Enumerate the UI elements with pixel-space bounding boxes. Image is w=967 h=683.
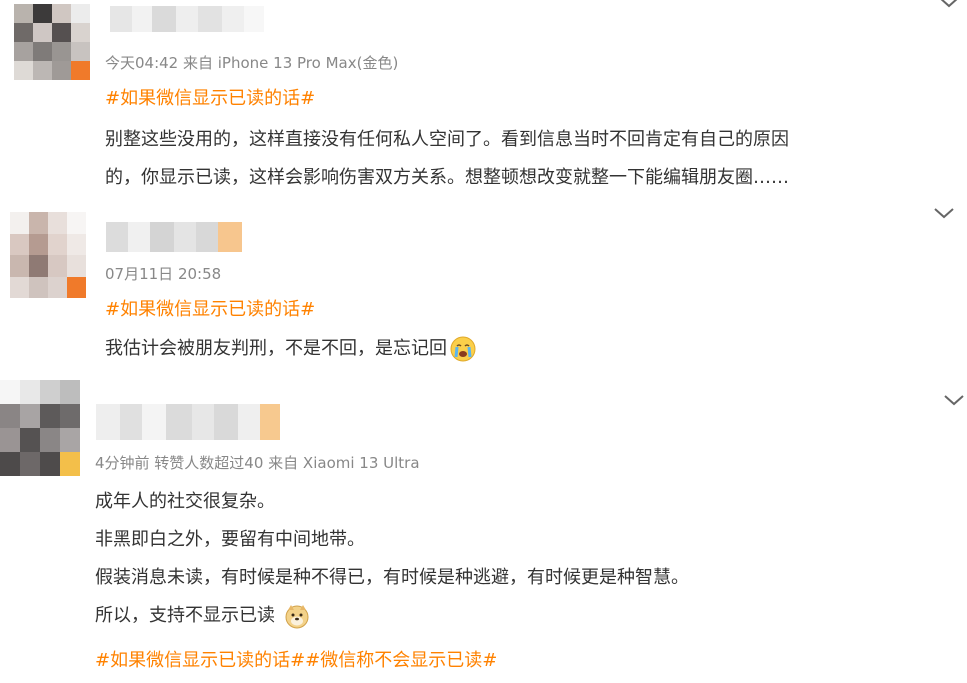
username[interactable] — [110, 6, 264, 32]
comment-text-content: 所以，支持不显示已读 — [95, 605, 275, 626]
comment-text: 非黑即白之外，要留有中间地带。 — [95, 529, 365, 550]
chevron-down-icon[interactable] — [931, 205, 957, 225]
comment-text-content: 我估计会被朋友判刑，不是不回，是忘记回 — [105, 338, 447, 359]
avatar[interactable] — [14, 4, 90, 80]
post-meta: 今天04:42 来自 iPhone 13 Pro Max(金色) — [105, 54, 399, 72]
hashtag-link[interactable]: #如果微信显示已读的话##微信称不会显示已读# — [95, 646, 497, 672]
comment-text: 别整这些没用的，这样直接没有任何私人空间了。看到信息当时不回肯定有自己的原因 — [105, 129, 789, 150]
username[interactable] — [96, 404, 280, 440]
doge-icon — [285, 605, 309, 629]
comment-text: 假装消息未读，有时候是种不得已，有时候是种逃避，有时候更是种智慧。 — [95, 567, 689, 588]
post-meta: 4分钟前 转赞人数超过40 来自 Xiaomi 13 Ultra — [95, 454, 420, 472]
crying-face-icon — [450, 336, 476, 362]
chevron-down-icon[interactable] — [936, 0, 962, 14]
avatar[interactable] — [0, 380, 80, 476]
comment-text: 成年人的社交很复杂。 — [95, 491, 275, 512]
comment-text: 我估计会被朋友判刑，不是不回，是忘记回 — [105, 334, 477, 363]
hashtag-link[interactable]: #如果微信显示已读的话# — [105, 295, 315, 321]
chevron-down-icon[interactable] — [941, 392, 967, 412]
comment-text: 所以，支持不显示已读 — [95, 601, 311, 630]
hashtag-link[interactable]: #如果微信显示已读的话# — [105, 84, 315, 110]
username[interactable] — [106, 222, 242, 252]
avatar[interactable] — [10, 212, 86, 298]
post-meta: 07月11日 20:58 — [105, 265, 222, 283]
comment-text: 的，你显示已读，这样会影响伤害双方关系。想整顿想改变就整一下能编辑朋友圈…… — [105, 167, 789, 188]
